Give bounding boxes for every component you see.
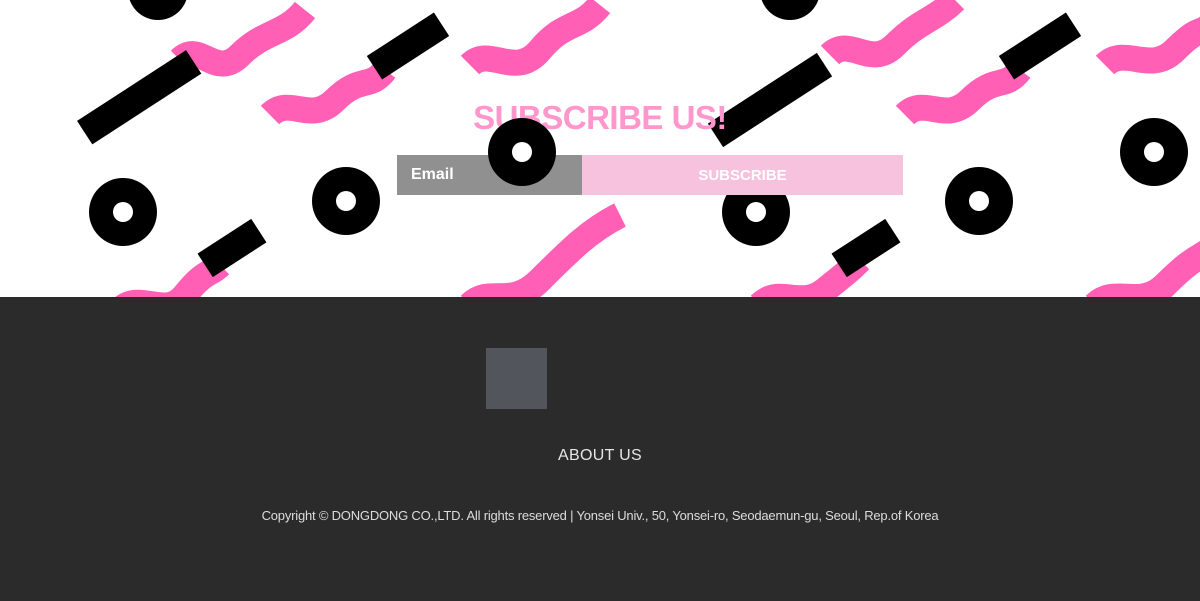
black-bar-shape: [998, 12, 1082, 80]
subscribe-title: SUBSCRIBE US!: [473, 99, 727, 136]
about-us-link[interactable]: ABOUT US: [558, 447, 642, 464]
black-donut-shape: [129, 0, 187, 20]
black-donut-shape: [761, 0, 819, 20]
pink-squiggle-shape: [115, 255, 230, 297]
logo-placeholder-icon[interactable]: [486, 348, 547, 409]
copyright-text: Copyright © DONGDONG CO.,LTD. All rights…: [261, 508, 939, 523]
pink-squiggle-shape: [1095, 16, 1200, 76]
black-bar-shape: [197, 218, 267, 278]
subscribe-section: SUBSCRIBE US! SUBSCRIBE: [0, 0, 1200, 297]
pink-squiggle-shape: [460, 203, 627, 297]
email-field[interactable]: [397, 155, 582, 195]
pink-squiggle-shape: [820, 0, 965, 68]
pink-squiggle-shape: [170, 1, 316, 77]
pink-squiggle-shape: [460, 0, 611, 76]
pink-squiggle-shape: [1085, 240, 1200, 297]
decorative-pattern: [77, 0, 1200, 297]
footer-nav: ABOUT US: [0, 447, 1200, 465]
footer: ABOUT US Copyright © DONGDONG CO.,LTD. A…: [0, 297, 1200, 601]
subscribe-button[interactable]: SUBSCRIBE: [582, 155, 903, 195]
black-bar-shape: [366, 12, 450, 80]
